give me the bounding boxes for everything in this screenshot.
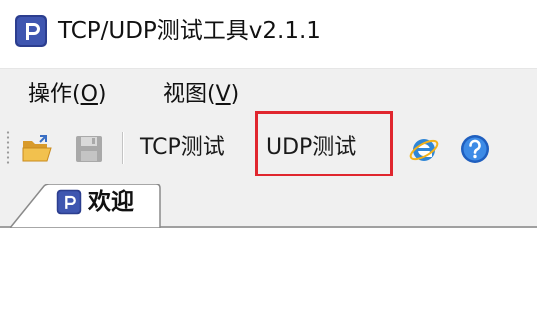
toolbar: TCP测试 UDP测试 xyxy=(0,120,537,176)
app-logo-icon xyxy=(15,15,47,47)
app-logo-icon xyxy=(56,189,82,215)
menu-bar: 操作(O) 视图(V) xyxy=(0,68,537,121)
app-window: TCP/UDP测试工具v2.1.1 操作(O) 视图(V) TCP测试 UDP测… xyxy=(0,0,537,322)
help-icon[interactable] xyxy=(458,132,492,166)
tab-welcome-shape xyxy=(10,184,161,228)
udp-test-button[interactable]: UDP测试 xyxy=(266,132,356,164)
internet-explorer-icon[interactable] xyxy=(407,132,441,166)
toolbar-grip[interactable] xyxy=(6,130,10,166)
menu-view-mnemonic: V xyxy=(215,82,231,107)
menu-operate-mnemonic: O xyxy=(80,82,98,107)
menu-operate-suffix: ) xyxy=(97,82,107,107)
save-disk-icon[interactable] xyxy=(72,132,106,166)
main-content-area xyxy=(0,228,537,322)
menu-view[interactable]: 视图(V) xyxy=(163,79,239,111)
window-title: TCP/UDP测试工具v2.1.1 xyxy=(58,18,321,44)
menu-operate-label: 操作( xyxy=(28,82,81,107)
tcp-test-button[interactable]: TCP测试 xyxy=(140,132,225,164)
menu-view-label: 视图( xyxy=(163,82,216,107)
menu-view-suffix: ) xyxy=(230,82,240,107)
toolbar-separator xyxy=(122,132,124,164)
title-bar: TCP/UDP测试工具v2.1.1 xyxy=(0,0,537,68)
tab-welcome-label: 欢迎 xyxy=(88,189,134,215)
folder-open-icon[interactable] xyxy=(20,132,54,166)
menu-operate[interactable]: 操作(O) xyxy=(28,79,107,111)
tab-welcome[interactable]: 欢迎 xyxy=(10,184,162,228)
